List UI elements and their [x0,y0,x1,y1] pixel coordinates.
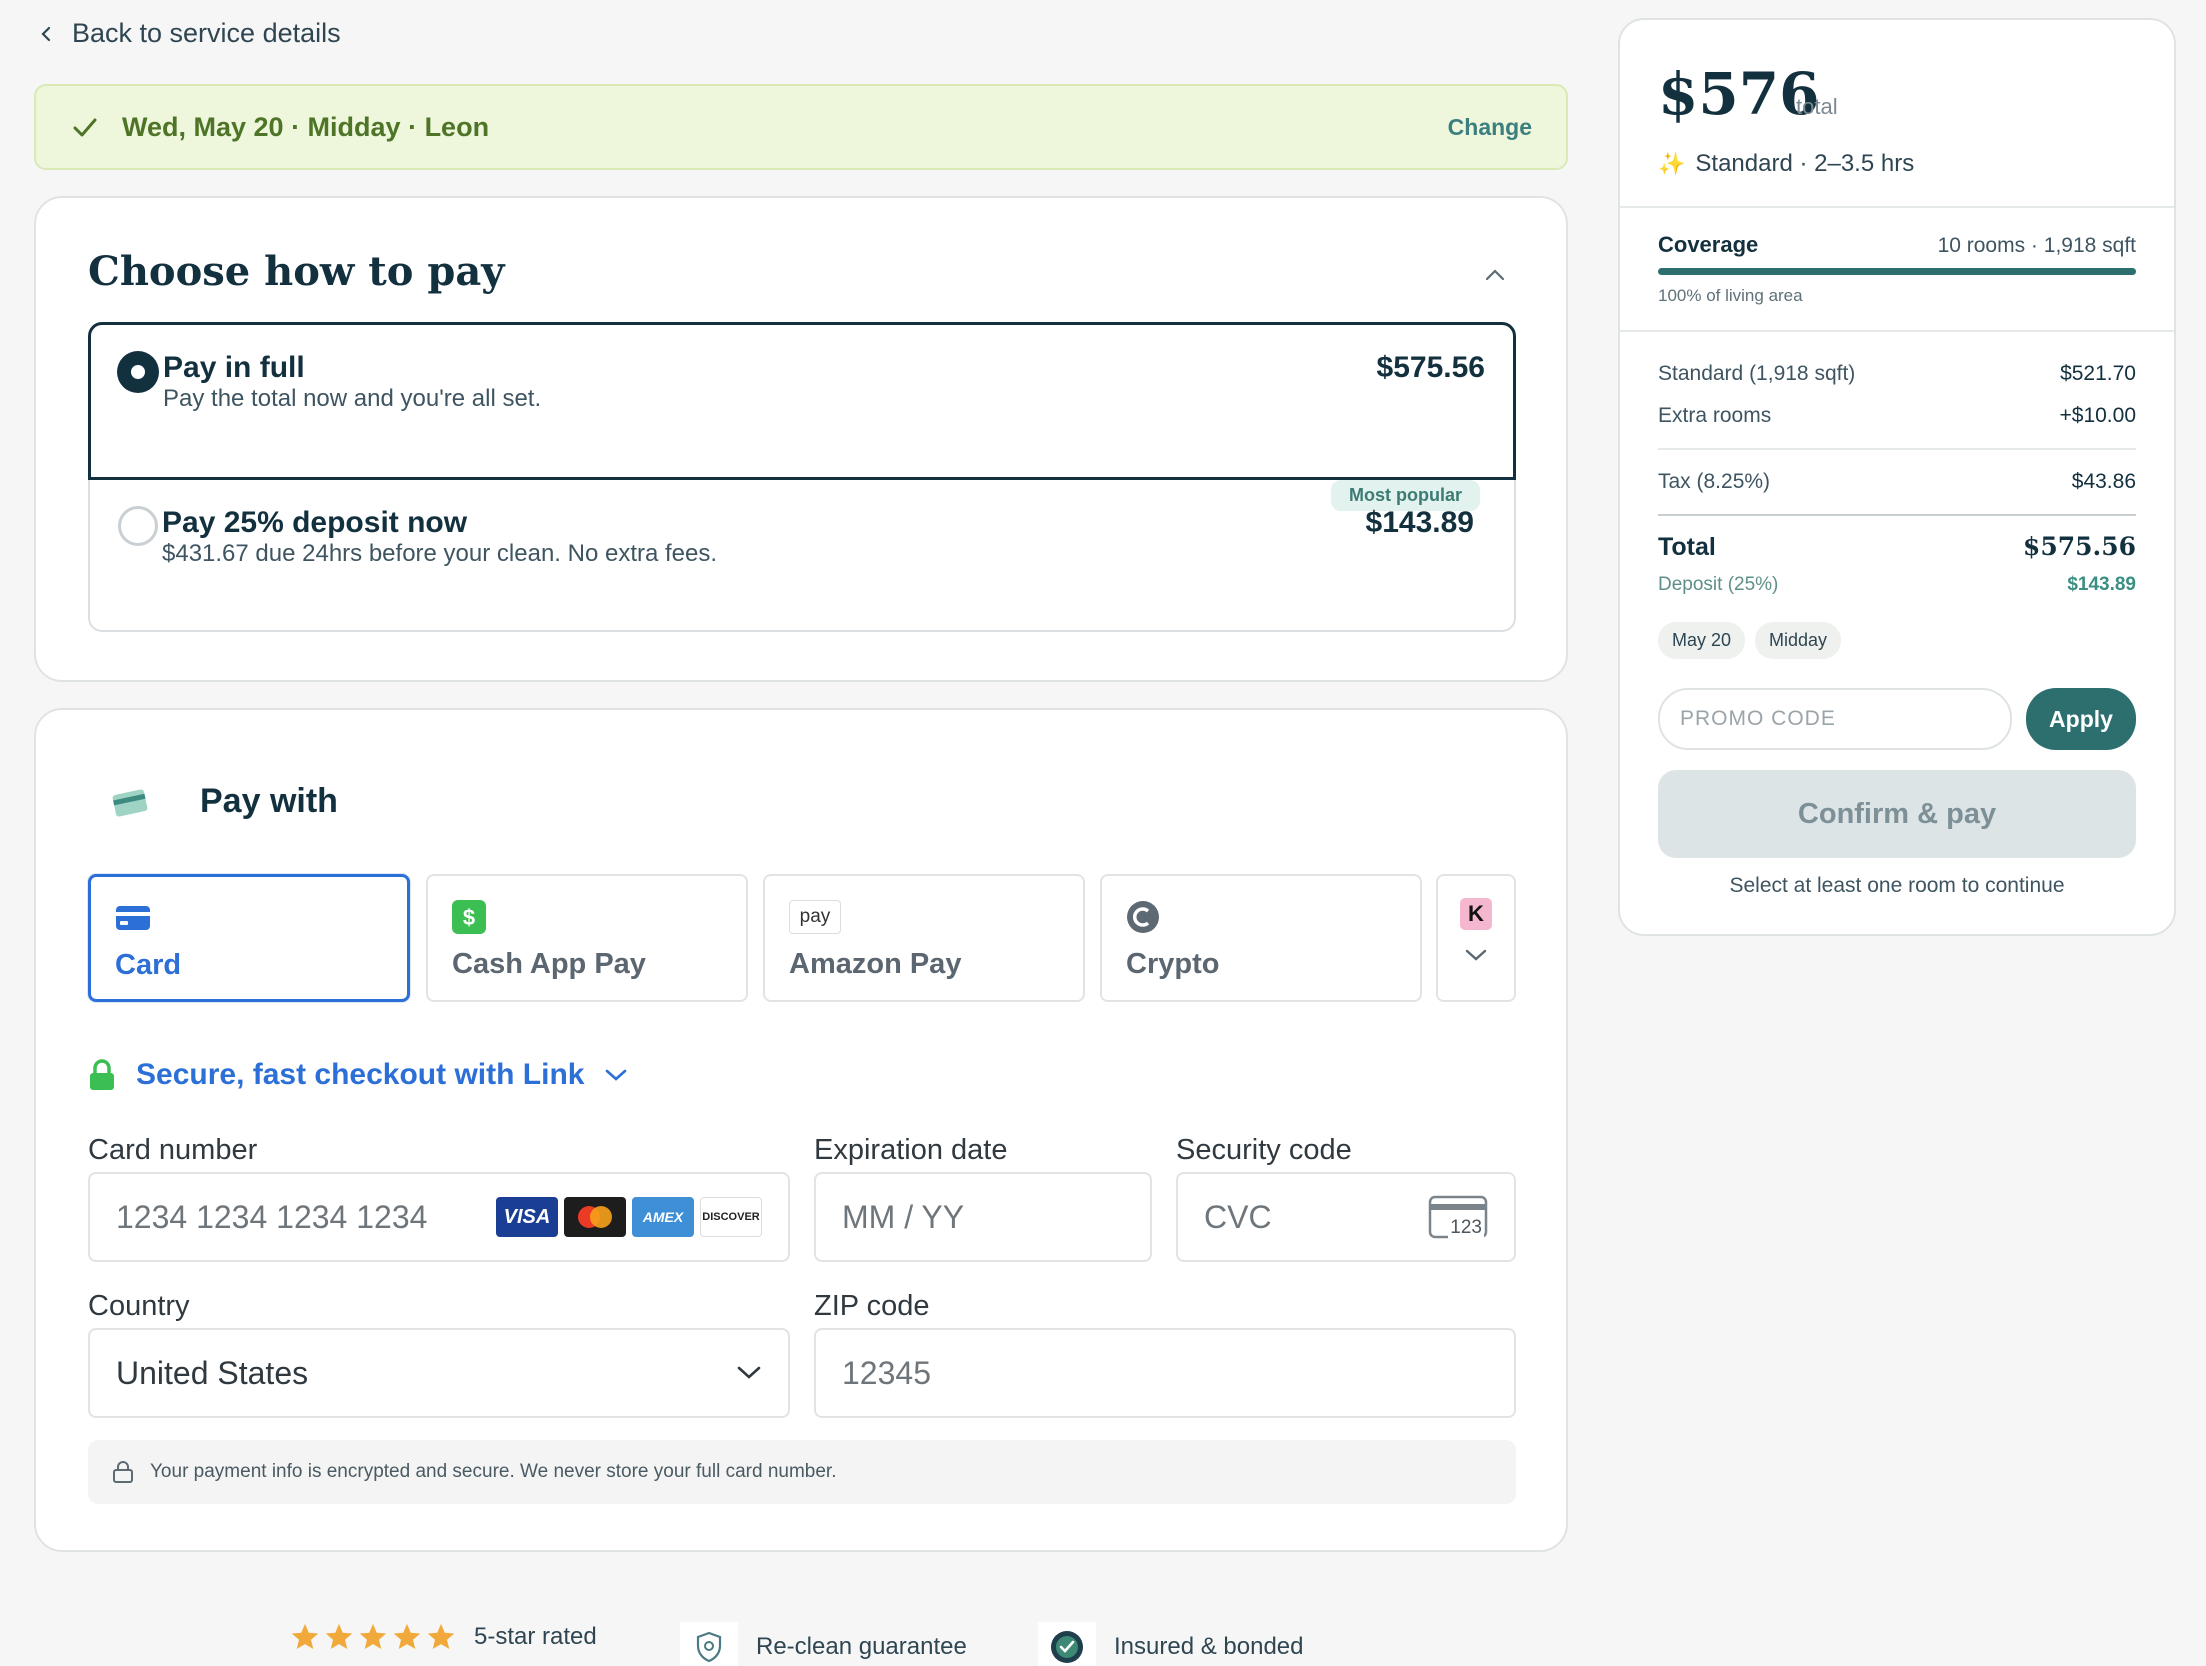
sparkle-icon: ✨ [1658,151,1686,176]
back-link[interactable]: Back to service details [36,18,341,49]
divider [1620,330,2174,332]
chevron-up-icon[interactable] [1482,262,1508,288]
cvc-label: Security code [1176,1134,1352,1166]
five-star-icons [290,1622,456,1652]
option-pay-deposit[interactable]: Most popular Pay 25% deposit now $431.67… [88,480,1516,632]
trust-insured: Insured & bonded [1038,1622,1303,1666]
tab-card[interactable]: Card [88,874,410,1002]
card-number-label: Card number [88,1134,258,1166]
confirm-pay-button[interactable]: Confirm & pay [1658,770,2136,858]
shield-icon [696,1631,722,1663]
svg-text:$: $ [463,905,475,930]
link-checkout-label: Secure, fast checkout with Link [136,1058,585,1091]
coverage-row: Coverage 10 rooms · 1,918 sqft [1658,232,2136,257]
expiry-label: Expiration date [814,1134,1008,1166]
radio-selected[interactable] [117,351,159,393]
check-icon [73,118,97,137]
mastercard-icon [564,1197,626,1237]
amex-icon: AMEX [632,1197,694,1237]
country-label: Country [88,1290,190,1322]
line-item: Standard (1,918 sqft) $521.70 [1658,362,2136,385]
star-icon [427,1623,455,1649]
trust-label: 5-star rated [474,1623,597,1650]
coverage-bar-fill [1658,268,2136,275]
tab-crypto[interactable]: Crypto [1100,874,1422,1002]
trust-rated: 5-star rated [290,1622,597,1652]
star-icon [325,1623,353,1649]
tab-more[interactable]: K [1436,874,1516,1002]
option-description: Pay the total now and you're all set. [163,385,542,412]
chevron-down-icon [606,1069,627,1081]
chevron-down-icon [1465,949,1487,961]
divider [1658,514,2136,516]
star-icon [393,1623,421,1649]
card-number-input[interactable]: 1234 1234 1234 1234 VISA AMEX DISCOVER [88,1172,790,1262]
crypto-icon [1127,901,1159,933]
option-label: Pay in full [163,351,305,384]
back-label: Back to service details [72,18,341,48]
booking-chips: May 20 Midday [1658,622,1842,659]
trust-label: Re-clean guarantee [756,1633,967,1660]
trust-guarantee: Re-clean guarantee [680,1622,967,1666]
line-item: Extra rooms +$10.00 [1658,404,2136,427]
confirm-hint: Select at least one room to continue [1729,874,2065,897]
cash-app-icon: $ [452,900,486,934]
star-icon [359,1623,387,1649]
tab-amazon-pay[interactable]: pay Amazon Pay [763,874,1085,1002]
confirmation-banner: Wed, May 20 · Midday · Leon Change [34,84,1568,170]
option-description: $431.67 due 24hrs before your clean. No … [162,540,718,567]
cvc-card-icon: 123 [1428,1195,1488,1239]
klarna-icon: K [1460,898,1492,930]
credit-card-icon [112,789,148,817]
service-tier: ✨ Standard · 2–3.5 hrs [1658,150,1915,177]
secure-note: Your payment info is encrypted and secur… [88,1440,1516,1504]
lock-icon [113,1461,133,1483]
payment-plan-title: Choose how to pay [88,248,505,295]
change-link[interactable]: Change [1448,114,1532,141]
lock-icon [90,1059,114,1090]
summary-total-suffix: total [1796,94,1838,119]
badge-check-icon [1051,1631,1083,1663]
expiry-input[interactable]: MM / YY [814,1172,1152,1262]
option-pay-in-full[interactable]: Pay in full Pay the total now and you're… [88,322,1516,480]
booking-summary-text: Wed, May 20 · Midday · Leon [122,111,490,142]
tab-label: Cash App Pay [452,948,646,980]
option-price: $575.56 [1376,351,1485,384]
link-checkout[interactable]: Secure, fast checkout with Link [88,1058,628,1092]
pay-with-card: Pay with Card $ Cash App Pay pay Amazon … [34,708,1568,1552]
cvc-input[interactable]: CVC 123 [1176,1172,1516,1262]
date-chip: May 20 [1658,622,1746,659]
tab-label: Card [115,949,182,981]
star-icon [291,1623,319,1649]
trust-label: Insured & bonded [1114,1633,1304,1660]
deposit-row: Deposit (25%) $143.89 [1658,574,2136,595]
card-icon [116,906,150,930]
grand-total-row: Total $575.56 [1658,532,2136,561]
promo-code-input[interactable]: PROMO CODE [1658,688,2012,750]
visa-icon: VISA [496,1197,558,1237]
pay-with-title: Pay with [200,782,338,820]
tab-label: Crypto [1126,948,1220,980]
divider [1658,448,2136,450]
zip-input[interactable]: 12345 [814,1328,1516,1418]
apply-button[interactable]: Apply [2026,688,2136,750]
tab-cash-app[interactable]: $ Cash App Pay [426,874,748,1002]
time-chip: Midday [1755,622,1842,659]
chevron-down-icon [737,1366,761,1379]
tab-label: Amazon Pay [789,948,962,980]
option-label: Pay 25% deposit now [162,506,468,539]
order-summary: $576 total ✨ Standard · 2–3.5 hrs Covera… [1618,18,2176,936]
country-select[interactable]: United States [88,1328,790,1418]
option-price: $143.89 [1365,506,1474,539]
coverage-caption: 100% of living area [1658,286,1803,305]
discover-icon: DISCOVER [700,1197,762,1237]
coverage-bar [1658,268,2136,275]
radio-unselected[interactable] [118,506,158,546]
amazon-pay-icon: pay [789,900,841,934]
payment-plan-card: Choose how to pay Pay in full Pay the to… [34,196,1568,682]
zip-label: ZIP code [814,1290,930,1322]
line-item: Tax (8.25%) $43.86 [1658,470,2136,493]
divider [1620,206,2174,208]
chevron-left-icon [41,26,51,41]
